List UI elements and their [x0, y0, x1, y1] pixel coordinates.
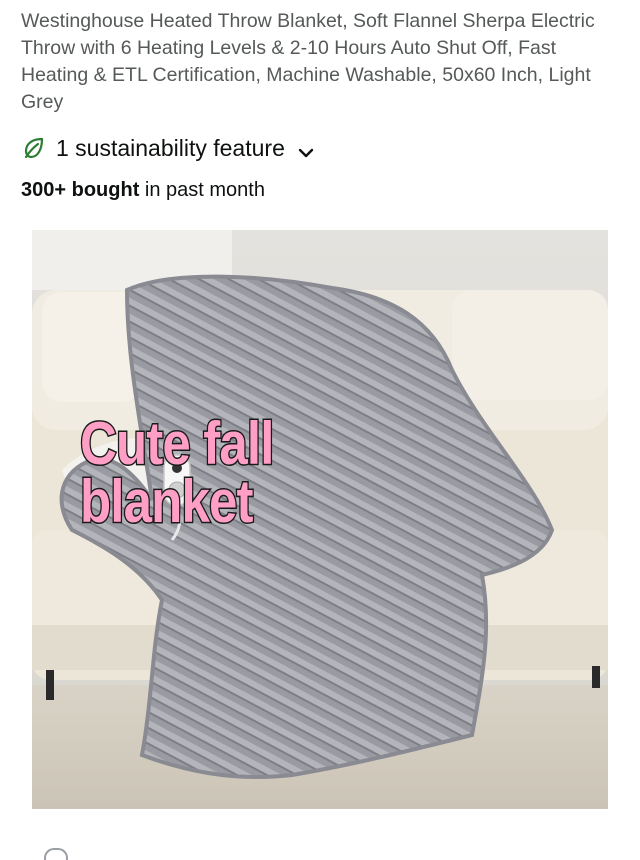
product-title: Westinghouse Heated Throw Blanket, Soft …	[21, 10, 595, 113]
overlay-caption-line-2: blanket	[79, 468, 255, 535]
chevron-down-icon	[297, 139, 315, 158]
purchase-count-suffix: in past month	[139, 179, 265, 201]
partial-icon	[44, 848, 68, 860]
sustainability-label: 1 sustainability feature	[56, 135, 285, 161]
overlay-caption-line-1: Cute fall	[79, 410, 276, 477]
purchase-count-value: 300+ bought	[21, 179, 140, 201]
sustainability-feature-toggle[interactable]: 1 sustainability feature	[22, 133, 315, 163]
purchase-count: 300+ bought in past month	[21, 177, 265, 203]
overlay-caption: Cute fall blanket	[79, 410, 276, 535]
leaf-icon	[22, 136, 46, 160]
